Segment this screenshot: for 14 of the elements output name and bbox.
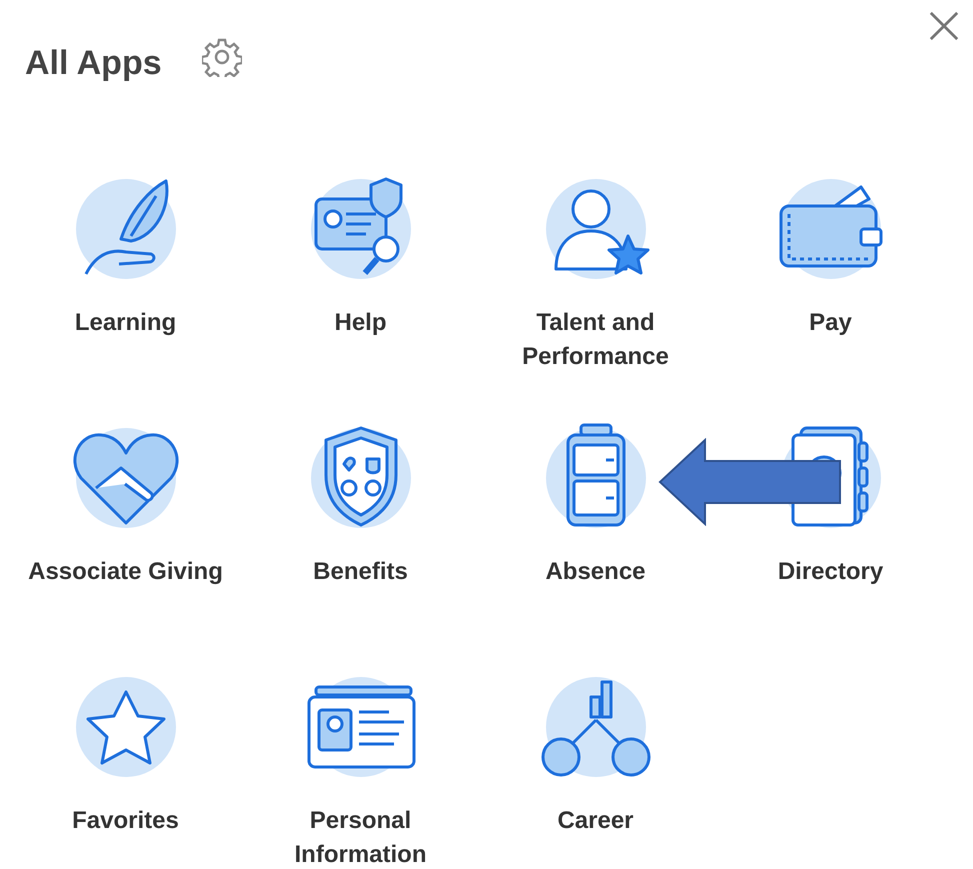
- app-label[interactable]: Absence: [545, 555, 646, 589]
- app-label[interactable]: Favorites: [72, 804, 179, 838]
- app-label[interactable]: Benefits: [313, 555, 408, 589]
- app-label[interactable]: Talent and Performance: [483, 306, 708, 374]
- app-label[interactable]: Pay: [809, 306, 852, 340]
- app-label[interactable]: Directory: [778, 555, 884, 589]
- settings-icon[interactable]: [202, 37, 242, 77]
- app-label[interactable]: Learning: [74, 306, 176, 340]
- close-icon[interactable]: [928, 10, 960, 42]
- app-label[interactable]: Associate Giving: [28, 555, 223, 589]
- app-label[interactable]: Help: [334, 306, 386, 340]
- app-label[interactable]: Personal Information: [248, 804, 473, 869]
- page-title: All Apps: [25, 44, 162, 82]
- app-label[interactable]: Career: [557, 804, 634, 838]
